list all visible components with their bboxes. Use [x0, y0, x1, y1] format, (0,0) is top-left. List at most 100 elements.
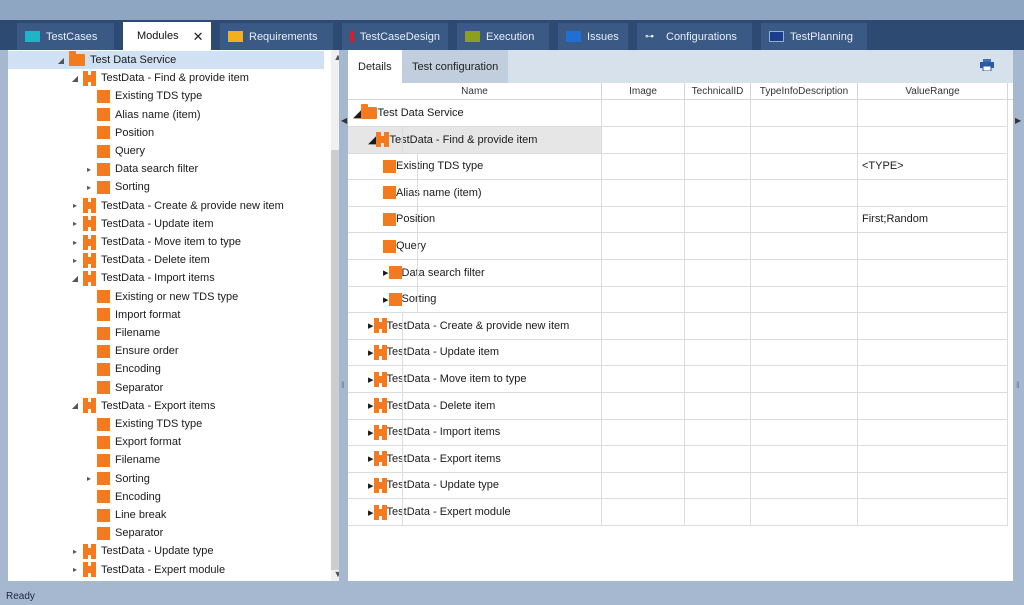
tree-item[interactable]: Line break [8, 506, 324, 524]
grid-row[interactable]: Position First;Random [348, 206, 1008, 234]
attribute-icon [97, 180, 110, 194]
attribute-icon [97, 344, 110, 358]
tree-item[interactable]: ▸ TestData - Update item [8, 215, 324, 233]
row-name: TestData - Create & provide new item [386, 319, 570, 332]
tab-modules[interactable]: Modules ✕ [123, 22, 211, 50]
expand-icon[interactable]: ▸ [70, 256, 80, 265]
tab-issues[interactable]: Issues [558, 23, 628, 50]
grid-row[interactable]: ▸ TestData - Import items [348, 419, 1008, 447]
attribute-icon [97, 381, 110, 395]
tree-item[interactable]: Position [8, 124, 324, 142]
grid-row[interactable]: ▸ TestData - Expert module [348, 499, 1008, 526]
grid-row[interactable]: ▸ TestData - Create & provide new item [348, 312, 1008, 340]
column-header-typeinfodescription[interactable]: TypeInfoDescription [751, 83, 858, 100]
column-header-valuerange[interactable]: ValueRange [858, 83, 1008, 100]
tab-requirements[interactable]: Requirements [220, 23, 333, 50]
tab-issues-icon [566, 31, 581, 42]
expand-icon[interactable]: ▸ [84, 183, 94, 192]
collapse-right-icon[interactable]: ▶ [1015, 116, 1021, 125]
tree-item[interactable]: ◢ TestData - Import items [8, 269, 324, 287]
tab-execution[interactable]: Execution [457, 23, 549, 50]
panel-splitter[interactable]: ◀ ‖ [339, 50, 348, 581]
grid-row[interactable]: ◢ TestData - Find & provide item [348, 126, 1008, 154]
close-tab-icon[interactable]: ✕ [193, 30, 204, 43]
tree-scroll-thumb[interactable] [331, 150, 339, 570]
tree-item[interactable]: ◢ Test Data Service [8, 51, 324, 69]
tab-testcasedesign[interactable]: TestCaseDesign [342, 23, 448, 50]
image-cell [602, 312, 685, 339]
tab-testcases[interactable]: TestCases [17, 23, 114, 50]
tree-item[interactable]: Import format [8, 306, 324, 324]
tree-item[interactable]: Separator [8, 379, 324, 397]
tree-item[interactable]: Query [8, 142, 324, 160]
expand-icon[interactable]: ▸ [84, 474, 94, 483]
scroll-up-icon[interactable]: ▲ [331, 50, 339, 64]
technicalid-cell [685, 153, 751, 180]
tree-item[interactable]: ▸ Sorting [8, 178, 324, 196]
tree-item[interactable]: ▸ TestData - Move item to type [8, 233, 324, 251]
tree-item[interactable]: ◢ TestData - Find & provide item [8, 69, 324, 87]
expand-icon[interactable]: ▸ [70, 201, 80, 210]
right-edge-splitter[interactable]: ▶ ‖ [1013, 50, 1024, 581]
tree-item[interactable]: ▸ TestData - Delete item [8, 251, 324, 269]
column-header-technicalid[interactable]: TechnicalID [685, 83, 751, 100]
collapse-icon[interactable]: ◢ [353, 107, 361, 120]
tab-configurations[interactable]: ⊶ Configurations [637, 23, 752, 50]
tree-item[interactable]: ▸ Sorting [8, 470, 324, 488]
grid-row[interactable]: ▸ TestData - Move item to type [348, 366, 1008, 393]
collapse-left-icon[interactable]: ◀ [341, 116, 347, 125]
tab-label: TestCases [46, 30, 98, 43]
splitter-grip-icon[interactable]: ‖ [341, 380, 345, 390]
tree-item[interactable]: Separator [8, 524, 324, 542]
tree-item[interactable]: Existing or new TDS type [8, 288, 324, 306]
grid-row[interactable]: ▸ TestData - Update item [348, 339, 1008, 367]
expand-icon[interactable]: ▸ [70, 565, 80, 574]
tree-scrollbar[interactable]: ▲ ▼ [331, 50, 339, 581]
tab-testplanning[interactable]: TestPlanning [761, 23, 867, 50]
grid-row[interactable]: ▸ TestData - Delete item [348, 392, 1008, 420]
tab-test-configuration[interactable]: Test configuration [402, 50, 509, 83]
row-name: TestData - Find & provide item [389, 133, 538, 146]
tree-item[interactable]: ▸ TestData - Create & provide new item [8, 197, 324, 215]
tree-item[interactable]: Encoding [8, 488, 324, 506]
collapse-icon[interactable]: ◢ [70, 74, 80, 83]
tree-item[interactable]: ▸ Data search filter [8, 160, 324, 178]
expand-icon[interactable]: ▸ [70, 238, 80, 247]
column-header-name[interactable]: Name [348, 83, 602, 100]
grid-row[interactable]: Existing TDS type <TYPE> [348, 153, 1008, 181]
expand-icon[interactable]: ▸ [84, 165, 94, 174]
tree-item[interactable]: Alias name (item) [8, 106, 324, 124]
collapse-icon[interactable]: ◢ [70, 401, 80, 410]
tree-item[interactable]: Export format [8, 433, 324, 451]
grid-row[interactable]: Alias name (item) [348, 179, 1008, 207]
grid-row[interactable]: ▸ TestData - Export items [348, 445, 1008, 473]
print-icon[interactable] [980, 59, 994, 71]
collapse-icon[interactable]: ◢ [56, 56, 66, 65]
tree-item[interactable]: Encoding [8, 360, 324, 378]
scroll-down-icon[interactable]: ▼ [331, 567, 339, 581]
typeinfodescription-cell [751, 419, 858, 446]
name-cell-divider [402, 419, 403, 446]
grid-row[interactable]: ▸ Sorting [348, 286, 1008, 314]
grid-row[interactable]: Query [348, 233, 1008, 260]
tree-item[interactable]: Existing TDS type [8, 415, 324, 433]
collapse-icon[interactable]: ◢ [368, 133, 376, 146]
tab-details[interactable]: Details [348, 50, 402, 83]
tree-item[interactable]: Existing TDS type [8, 87, 324, 105]
tree-item[interactable]: Filename [8, 451, 324, 469]
grid-row[interactable]: ▸ TestData - Update type [348, 472, 1008, 500]
tree-item[interactable]: Filename [8, 324, 324, 342]
tree-item[interactable]: ▸ TestData - Expert module [8, 561, 324, 579]
grid-row[interactable]: ◢ Test Data Service [348, 100, 1008, 127]
expand-icon[interactable]: ▸ [70, 547, 80, 556]
grid-row[interactable]: ▸ Data search filter [348, 259, 1008, 287]
tree-item[interactable]: ◢ TestData - Export items [8, 397, 324, 415]
collapse-icon[interactable]: ◢ [70, 274, 80, 283]
image-cell [602, 392, 685, 419]
expand-icon[interactable]: ▸ [70, 219, 80, 228]
tree-item[interactable]: ▸ TestData - Update type [8, 542, 324, 560]
column-header-image[interactable]: Image [602, 83, 685, 100]
right-grip-icon[interactable]: ‖ [1016, 380, 1020, 390]
attribute-icon [388, 292, 402, 306]
tree-item[interactable]: Ensure order [8, 342, 324, 360]
